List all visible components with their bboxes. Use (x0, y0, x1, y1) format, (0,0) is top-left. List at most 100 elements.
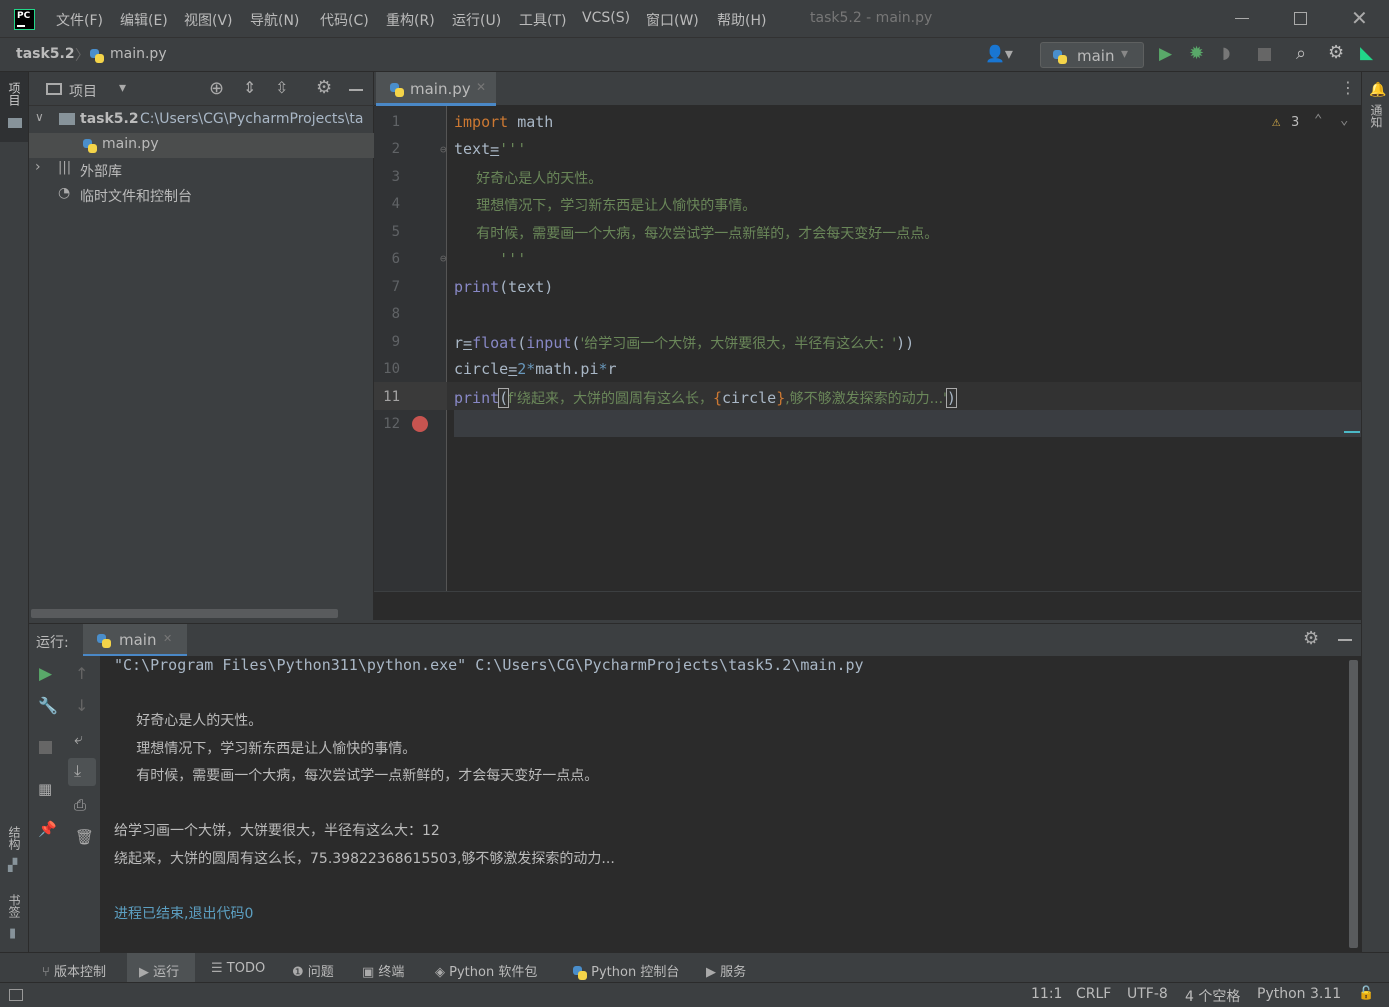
tree-external-libs[interactable]: › ||| 外部库 (29, 158, 374, 183)
chevron-right-icon[interactable]: › (35, 159, 41, 175)
python-packages-tab[interactable]: ◈ Python 软件包 (435, 961, 537, 980)
builtin: print (454, 278, 500, 296)
run-tool-tab[interactable]: ▶ 运行 (127, 953, 195, 983)
expand-all-icon[interactable]: ⇕ (243, 78, 256, 97)
stop-icon[interactable] (39, 741, 52, 754)
bookmarks-tool-tab[interactable]: 书签 ▮ (0, 890, 28, 945)
menu-view[interactable]: 视图(V) (184, 10, 233, 30)
hide-panel-icon[interactable] (349, 89, 363, 91)
more-options-icon[interactable]: ⋮ (1340, 78, 1356, 97)
line-number: 6 (391, 251, 400, 267)
up-arrow-icon[interactable]: ↑ (75, 664, 88, 683)
down-arrow-icon[interactable]: ↓ (75, 696, 88, 715)
chevron-up-icon[interactable]: ⌃ (1314, 112, 1322, 128)
chevron-down-icon[interactable]: ∨ (35, 110, 44, 124)
coverage-icon[interactable]: ◗ (1222, 43, 1230, 62)
chevron-down-icon: ▾ (1121, 46, 1129, 62)
console-output[interactable]: "C:\Program Files\Python311\python.exe" … (101, 656, 1361, 952)
code-editor[interactable]: 1 2 3 4 5 6 7 8 9 10 11 12 ⊖ ⊖ import ma… (374, 106, 1361, 591)
maximize-icon[interactable] (1294, 12, 1307, 25)
horizontal-scrollbar[interactable] (31, 609, 338, 618)
vcs-tab[interactable]: ⑂ 版本控制 (42, 961, 106, 980)
fold-icon[interactable]: ⊖ (440, 143, 447, 156)
tool-window-bar: ⑂ 版本控制 ▶ 运行 ☰ TODO ❶ 问题 ▣ 终端 ◈ Python 软件… (0, 952, 1389, 983)
fold-icon[interactable]: ⊖ (440, 252, 447, 265)
chevron-down-icon[interactable]: ⌄ (1340, 112, 1348, 128)
menu-tools[interactable]: 工具(T) (519, 10, 566, 30)
soft-wrap-icon[interactable]: ⤶ (74, 729, 83, 749)
pin-icon[interactable]: 📌 (38, 820, 57, 838)
breakpoint-icon[interactable] (412, 416, 428, 432)
menu-refactor[interactable]: 重构(R) (386, 10, 435, 30)
chevron-down-icon[interactable]: ▾ (119, 80, 126, 96)
gear-icon[interactable]: ⚙ (316, 77, 332, 98)
menu-vcs[interactable]: VCS(S) (582, 10, 630, 26)
menu-run[interactable]: 运行(U) (452, 10, 501, 30)
tree-scratches[interactable]: ◔ 临时文件和控制台 (29, 183, 374, 208)
vertical-scrollbar[interactable] (1349, 660, 1358, 948)
layout-icon[interactable]: ▦ (38, 780, 52, 798)
run-small-icon: ▶ (139, 965, 154, 980)
breadcrumb-project[interactable]: task5.2 (16, 46, 75, 62)
todo-tab[interactable]: ☰ TODO (211, 961, 265, 976)
bell-icon[interactable]: 🔔 (1369, 82, 1386, 98)
bookmark-icon: ▮ (9, 926, 17, 941)
structure-tool-tab[interactable]: 结构 ▞ (0, 822, 28, 882)
run-config-select[interactable]: main ▾ (1040, 42, 1144, 68)
caret-position[interactable]: 11:1 (1031, 986, 1062, 1002)
tab-main-py[interactable]: main.py ✕ (376, 72, 496, 106)
services-tab[interactable]: ▶ 服务 (706, 961, 746, 980)
minimize-icon[interactable] (1235, 18, 1249, 19)
python-icon (97, 634, 111, 648)
interpreter[interactable]: Python 3.11 (1257, 986, 1341, 1002)
python-icon (1053, 50, 1067, 64)
run-tab-main[interactable]: main ✕ (83, 624, 187, 657)
collapse-all-icon[interactable]: ⇳ (275, 78, 288, 97)
jetbrains-ai-icon[interactable]: ◣ (1360, 43, 1373, 63)
project-tool-tab[interactable]: 项目 (0, 72, 28, 142)
locate-icon[interactable]: ⊕ (209, 78, 224, 99)
debug-icon[interactable]: ✹ (1189, 43, 1204, 64)
close-icon[interactable]: ✕ (1351, 6, 1368, 30)
stop-icon[interactable] (1258, 48, 1271, 61)
close-tab-icon[interactable]: ✕ (476, 80, 486, 94)
menu-help[interactable]: 帮助(H) (717, 10, 766, 30)
layout-toggle-icon[interactable] (9, 989, 23, 1001)
lock-icon[interactable]: 🔓 (1358, 986, 1374, 1001)
menu-edit[interactable]: 编辑(E) (120, 10, 168, 30)
wrench-icon[interactable]: 🔧 (38, 696, 58, 715)
indent-setting[interactable]: 4 个空格 (1185, 986, 1240, 1006)
print-icon[interactable]: ⎙ (74, 796, 86, 814)
gear-icon[interactable]: ⚙ (1303, 628, 1319, 649)
operator: * (598, 360, 608, 378)
scroll-to-end-button[interactable]: ⤓ (68, 758, 96, 786)
notifications-tab-label[interactable]: 通知 (1368, 104, 1385, 128)
python-console-tab[interactable]: Python 控制台 (573, 961, 679, 980)
file-encoding[interactable]: UTF-8 (1127, 986, 1168, 1002)
line-separator[interactable]: CRLF (1076, 986, 1111, 1002)
gear-icon[interactable]: ⚙ (1328, 42, 1344, 63)
paren: ( (498, 388, 510, 408)
project-panel-title[interactable]: 项目 (69, 81, 97, 101)
root-name: task5.2 (80, 111, 139, 127)
builtin: print (454, 389, 500, 407)
terminal-tab[interactable]: ▣ 终端 (362, 961, 404, 980)
warning-count[interactable]: 3 (1291, 115, 1299, 130)
rerun-icon[interactable]: ▶ (39, 664, 52, 684)
search-icon[interactable]: ⌕ (1296, 43, 1306, 64)
hide-panel-icon[interactable] (1338, 639, 1352, 641)
breadcrumb-file[interactable]: main.py (110, 46, 167, 62)
user-icon[interactable]: 👤▾ (985, 44, 1013, 63)
warning-icon[interactable]: ⚠ (1272, 114, 1280, 130)
left-tool-strip: 项目 结构 ▞ 书签 ▮ (0, 72, 29, 952)
trash-icon[interactable]: 🗑 (75, 828, 94, 846)
menu-code[interactable]: 代码(C) (320, 10, 369, 30)
menu-file[interactable]: 文件(F) (56, 10, 103, 30)
menu-navigate[interactable]: 导航(N) (250, 10, 299, 30)
menu-window[interactable]: 窗口(W) (646, 10, 699, 30)
problems-tab[interactable]: ❶ 问题 (292, 961, 334, 980)
close-tab-icon[interactable]: ✕ (163, 632, 172, 645)
tree-file-main[interactable]: main.py (29, 133, 374, 158)
tree-root[interactable]: ∨ task5.2 C:\Users\CG\PycharmProjects\ta (29, 108, 374, 133)
run-icon[interactable]: ▶ (1159, 44, 1172, 64)
